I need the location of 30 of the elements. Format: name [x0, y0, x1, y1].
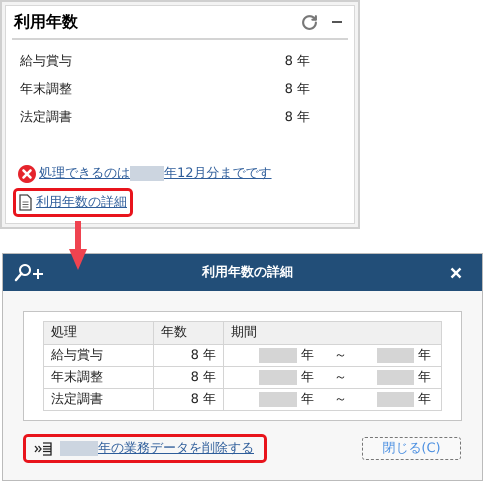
table-cell: 年 ～ 年	[224, 366, 442, 388]
column-header: 年数	[154, 322, 224, 344]
column-header: 処理	[44, 322, 154, 344]
table-cell: 年 ～ 年	[224, 344, 442, 366]
error-icon	[18, 164, 36, 183]
delete-data-link[interactable]: 年の業務データを削除する	[60, 438, 254, 458]
delete-data-icon[interactable]	[34, 442, 52, 456]
panel-title: 利用年数	[12, 11, 78, 33]
row-label: 年末調整	[20, 81, 72, 100]
table-cell: 8 年	[154, 344, 224, 366]
table-cell: 法定調書	[44, 388, 154, 410]
table-cell: 給与賞与	[44, 344, 154, 366]
zoom-in-icon[interactable]	[13, 262, 45, 282]
column-header: 期間	[224, 322, 442, 344]
close-icon[interactable]	[450, 266, 462, 278]
pointer-arrow	[69, 221, 87, 271]
refresh-icon[interactable]	[301, 14, 318, 30]
document-icon	[19, 194, 32, 211]
detail-link[interactable]: 利用年数の詳細	[36, 192, 127, 212]
notice-link[interactable]: 処理できるのは 年12月分までです	[39, 164, 272, 184]
table-cell: 8 年	[154, 366, 224, 388]
row-label: 法定調書	[20, 109, 72, 128]
table-cell: 年末調整	[44, 366, 154, 388]
table-cell: 8 年	[154, 388, 224, 410]
row-value: 8 年	[284, 81, 310, 100]
row-value: 8 年	[284, 53, 310, 72]
row-label: 給与賞与	[20, 53, 72, 72]
dialog-title: 利用年数の詳細	[200, 264, 294, 282]
row-value: 8 年	[284, 109, 310, 128]
table-cell: 年 ～ 年	[224, 388, 442, 410]
